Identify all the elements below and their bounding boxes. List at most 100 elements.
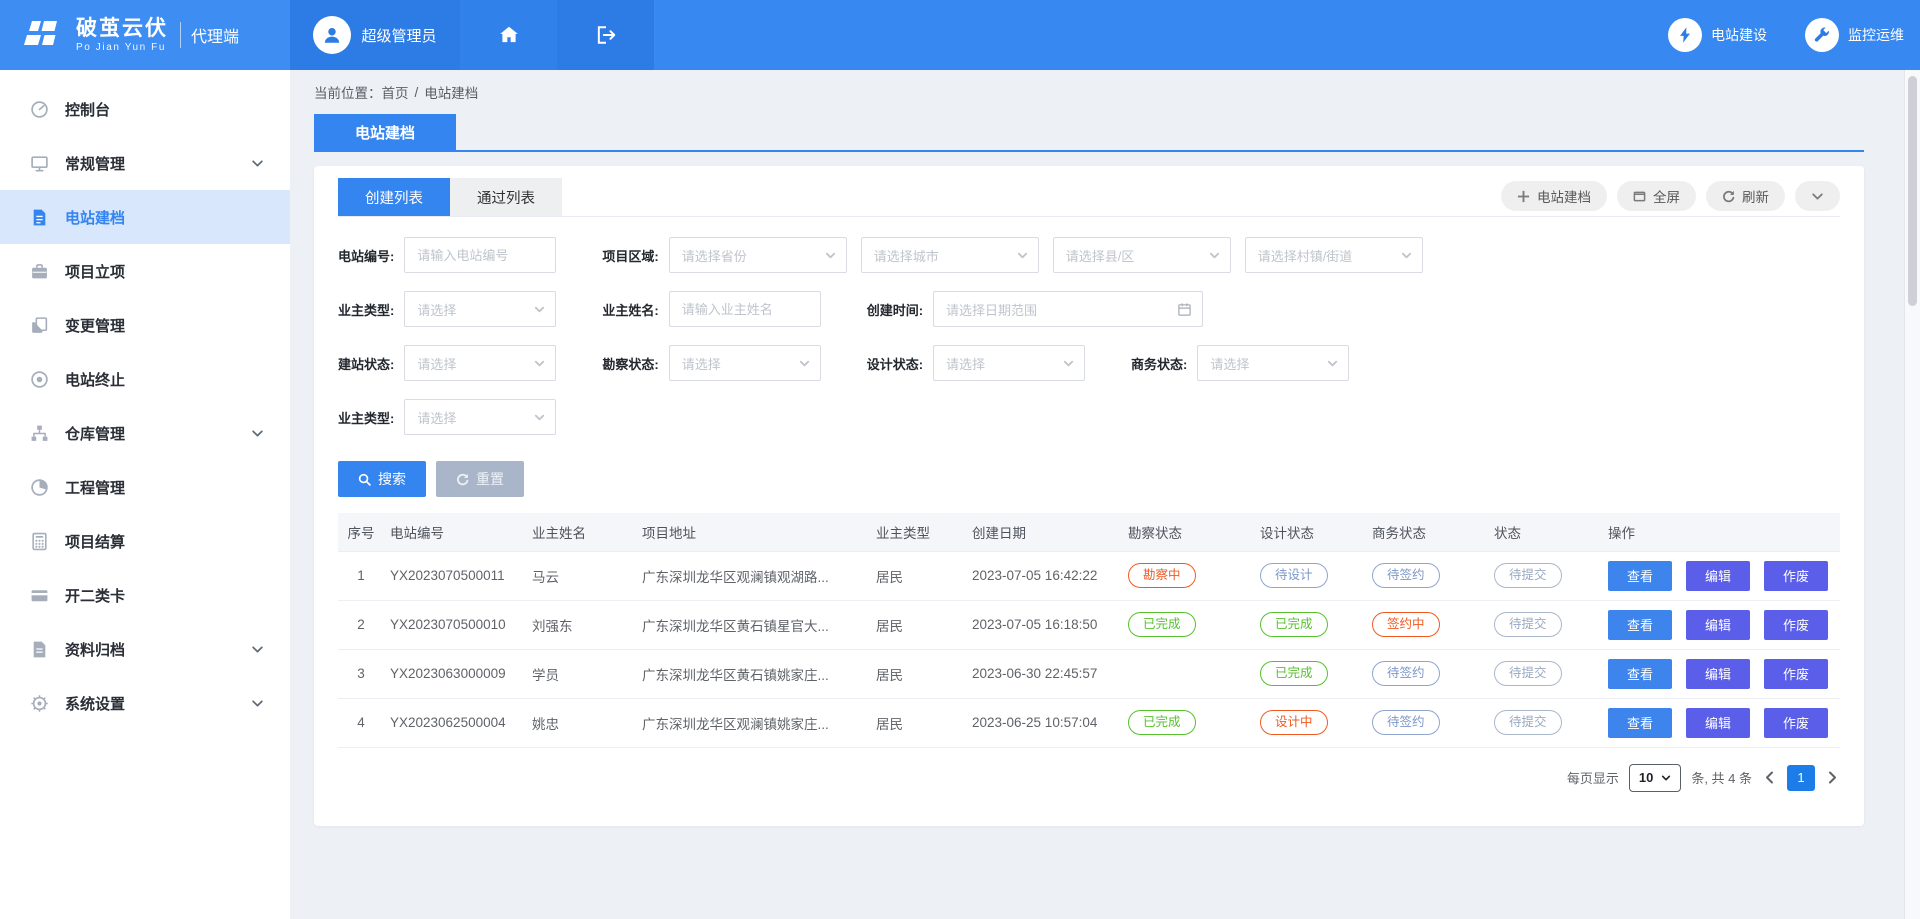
calendar-icon <box>1177 302 1192 317</box>
prev-page-button[interactable] <box>1762 770 1777 785</box>
view-button[interactable]: 查看 <box>1608 708 1672 738</box>
status-badge: 已完成 <box>1260 661 1328 686</box>
void-button[interactable]: 作废 <box>1764 610 1828 640</box>
tab-pass-list[interactable]: 通过列表 <box>450 178 562 216</box>
owner-type-select[interactable]: 请选择 <box>404 291 556 327</box>
view-button[interactable]: 查看 <box>1608 561 1672 591</box>
tab-create-list[interactable]: 创建列表 <box>338 178 450 216</box>
cell-survey-status <box>1122 649 1254 698</box>
home-button[interactable] <box>460 0 557 70</box>
sidebar-item-11[interactable]: 系统设置 <box>0 676 290 730</box>
caret-down-icon <box>825 250 836 261</box>
calculator-icon <box>30 532 49 551</box>
cell-business-status: 待签约 <box>1366 649 1488 698</box>
county-select[interactable]: 请选择县/区 <box>1053 237 1231 273</box>
caret-down-icon <box>1401 250 1412 261</box>
column-header-4: 业主类型 <box>870 513 966 551</box>
cell-address: 广东深圳龙华区黄石镇星官大... <box>636 600 870 649</box>
sidebar-item-label: 开二类卡 <box>65 585 125 606</box>
gear-icon <box>30 694 49 713</box>
logo[interactable]: 破茧云伏 Po Jian Yun Fu 代理端 <box>0 0 290 70</box>
cell-actions: 查看编辑作废 <box>1602 649 1840 698</box>
cell-address: 广东深圳龙华区观澜镇观湖路... <box>636 551 870 600</box>
cell-station-code: YX2023070500011 <box>384 551 526 600</box>
caret-down-icon <box>1327 358 1338 369</box>
sidebar-item-2[interactable]: 电站建档 <box>0 190 290 244</box>
city-select[interactable]: 请选择城市 <box>861 237 1039 273</box>
view-button[interactable]: 查看 <box>1608 610 1672 640</box>
status-badge: 待签约 <box>1372 661 1440 686</box>
void-button[interactable]: 作废 <box>1764 708 1828 738</box>
sidebar-item-7[interactable]: 工程管理 <box>0 460 290 514</box>
sidebar-item-0[interactable]: 控制台 <box>0 82 290 136</box>
reset-button[interactable]: 重置 <box>436 461 524 497</box>
sidebar: 控制台常规管理电站建档项目立项变更管理电站终止仓库管理工程管理项目结算开二类卡资… <box>0 70 290 919</box>
sitemap-icon <box>30 424 49 443</box>
nav-station-build[interactable]: 电站建设 <box>1668 0 1767 70</box>
edit-button[interactable]: 编辑 <box>1686 610 1750 640</box>
station-code-input[interactable] <box>404 237 556 273</box>
chevron-down-icon <box>251 427 264 440</box>
edit-button[interactable]: 编辑 <box>1686 659 1750 689</box>
survey-status-select[interactable]: 请选择 <box>669 345 821 381</box>
column-header-8: 商务状态 <box>1366 513 1488 551</box>
column-header-7: 设计状态 <box>1254 513 1366 551</box>
nav-monitor-ops[interactable]: 监控运维 <box>1805 0 1904 70</box>
cell-address: 广东深圳龙华区观澜镇姚家庄... <box>636 698 870 747</box>
toolbar-refresh-button[interactable]: 刷新 <box>1706 181 1785 211</box>
business-status-label: 商务状态: <box>1131 354 1187 373</box>
cell-business-status: 签约中 <box>1366 600 1488 649</box>
cell-created: 2023-06-30 22:45:57 <box>966 649 1122 698</box>
header-spacer <box>654 0 1668 70</box>
lightning-icon <box>1676 26 1694 44</box>
home-icon <box>498 24 520 46</box>
sidebar-item-9[interactable]: 开二类卡 <box>0 568 290 622</box>
sidebar-item-5[interactable]: 电站终止 <box>0 352 290 406</box>
cell-seq: 2 <box>338 600 384 649</box>
next-page-button[interactable] <box>1825 770 1840 785</box>
scrollbar[interactable] <box>1904 70 1920 919</box>
create-time-date-input[interactable]: 请选择日期范围 <box>933 291 1203 327</box>
page-number[interactable]: 1 <box>1787 765 1815 791</box>
toolbar-fullscreen-button[interactable]: 全屏 <box>1617 181 1696 211</box>
void-button[interactable]: 作废 <box>1764 659 1828 689</box>
cell-owner-name: 姚忠 <box>526 698 636 747</box>
card-icon <box>30 586 49 605</box>
survey-status-label: 勘察状态: <box>602 354 658 373</box>
sidebar-item-label: 变更管理 <box>65 315 125 336</box>
owner-type-2-select[interactable]: 请选择 <box>404 399 556 435</box>
design-status-label: 设计状态: <box>867 354 923 373</box>
logout-button[interactable] <box>557 0 654 70</box>
per-page-select[interactable]: 10 <box>1629 764 1681 792</box>
edit-button[interactable]: 编辑 <box>1686 708 1750 738</box>
page-tab[interactable]: 电站建档 <box>314 114 456 150</box>
province-label: 项目区域: <box>602 246 658 265</box>
sidebar-item-6[interactable]: 仓库管理 <box>0 406 290 460</box>
sidebar-menu: 控制台常规管理电站建档项目立项变更管理电站终止仓库管理工程管理项目结算开二类卡资… <box>0 82 290 730</box>
edit-button[interactable]: 编辑 <box>1686 561 1750 591</box>
view-button[interactable]: 查看 <box>1608 659 1672 689</box>
void-button[interactable]: 作废 <box>1764 561 1828 591</box>
status-badge: 待提交 <box>1494 612 1562 637</box>
breadcrumb-home-link[interactable]: 首页 <box>382 82 409 102</box>
toolbar-more-button[interactable] <box>1795 181 1840 211</box>
sidebar-item-4[interactable]: 变更管理 <box>0 298 290 352</box>
search-button[interactable]: 搜索 <box>338 461 426 497</box>
sidebar-item-10[interactable]: 资料归档 <box>0 622 290 676</box>
user-name: 超级管理员 <box>361 25 436 46</box>
sidebar-item-1[interactable]: 常规管理 <box>0 136 290 190</box>
sidebar-item-3[interactable]: 项目立项 <box>0 244 290 298</box>
town-select[interactable]: 请选择村镇/街道 <box>1245 237 1423 273</box>
province-select[interactable]: 请选择省份 <box>669 237 847 273</box>
owner-name-input[interactable] <box>669 291 821 327</box>
toolbar-add-station-button[interactable]: 电站建档 <box>1501 181 1607 211</box>
build-status-select[interactable]: 请选择 <box>404 345 556 381</box>
business-status-select[interactable]: 请选择 <box>1197 345 1349 381</box>
breadcrumb-current: 电站建档 <box>424 82 478 102</box>
design-status-select[interactable]: 请选择 <box>933 345 1085 381</box>
scrollbar-thumb[interactable] <box>1908 76 1917 306</box>
cell-created: 2023-06-25 10:57:04 <box>966 698 1122 747</box>
sidebar-item-8[interactable]: 项目结算 <box>0 514 290 568</box>
cell-business-status: 待签约 <box>1366 698 1488 747</box>
user-menu[interactable]: 超级管理员 <box>290 0 460 70</box>
